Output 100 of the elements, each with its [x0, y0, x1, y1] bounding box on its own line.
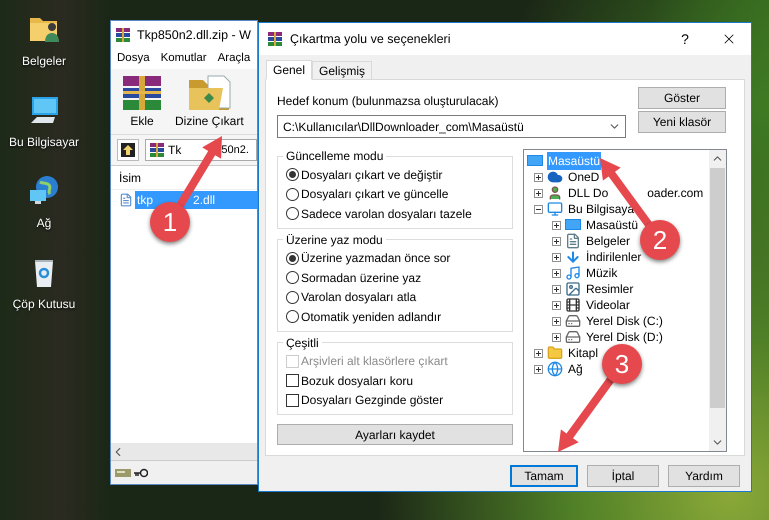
dialog-button[interactable]: Tamam: [510, 465, 578, 487]
expand-toggle[interactable]: [552, 332, 561, 342]
expand-toggle[interactable]: [534, 364, 543, 374]
horizontal-scrollbar[interactable]: [111, 443, 257, 460]
expand-toggle[interactable]: [534, 348, 543, 358]
toolbar-button[interactable]: Dizine Çıkart: [173, 74, 246, 130]
radio-button[interactable]: [286, 252, 299, 265]
person-icon: [547, 185, 563, 201]
expand-toggle[interactable]: [534, 172, 543, 182]
key-icon: [134, 468, 148, 478]
expand-toggle[interactable]: [534, 204, 543, 214]
option-label: Arşivleri alt klasörlere çıkart: [301, 353, 448, 370]
option-label: Dosyaları Gezginde göster: [301, 392, 444, 410]
document-icon: [565, 233, 581, 249]
window-title: Tkp850n2.dll.zip - W: [137, 26, 251, 44]
download-icon: [565, 249, 581, 265]
radio-button[interactable]: [286, 207, 299, 220]
option-label: Dosyaları çıkart ve değiştir: [301, 166, 442, 184]
tree-item[interactable]: OneD: [567, 168, 600, 186]
menu-item[interactable]: Komutlar: [160, 50, 207, 68]
tree-item[interactable]: Kitapl: [567, 344, 600, 362]
expand-toggle[interactable]: [534, 188, 543, 198]
radio-button[interactable]: [286, 290, 299, 304]
radio-button[interactable]: [286, 188, 299, 201]
radio-button[interactable]: [286, 310, 299, 324]
checkbox[interactable]: [286, 394, 299, 407]
tree-item[interactable]: Ağ: [567, 360, 584, 378]
group-title: Çeşitli: [285, 334, 320, 352]
side-button[interactable]: Yeni klasör: [638, 111, 726, 133]
desktop-icon-label[interactable]: Bu Bilgisayar: [8, 133, 80, 151]
checkbox[interactable]: [286, 374, 299, 388]
group-title: Güncelleme modu: [285, 148, 384, 165]
tree-item[interactable]: Resimler: [585, 280, 634, 298]
drive-icon: [565, 313, 581, 329]
computer-icon: [547, 201, 563, 217]
option-label: Otomatik yeniden adlandır: [301, 308, 442, 326]
path-text: 50n2.: [221, 142, 249, 158]
folder-icon: [547, 345, 563, 361]
music-note-icon: [565, 265, 581, 281]
archive-icon: [267, 31, 283, 47]
expand-toggle[interactable]: [552, 236, 561, 246]
desktop-icon-label[interactable]: Çöp Kutusu: [12, 295, 76, 313]
archive-icon: [115, 27, 131, 43]
cloud-icon: [547, 169, 563, 185]
option-label: Üzerine yazmadan önce sor: [301, 250, 450, 268]
drive-icon: [565, 329, 581, 345]
expand-toggle[interactable]: [552, 252, 561, 262]
image-icon: [565, 281, 581, 297]
tree-item[interactable]: Yerel Disk (D:): [585, 328, 664, 346]
save-settings-button[interactable]: Ayarları kaydet: [277, 424, 513, 445]
path-text: Tk: [168, 142, 182, 159]
up-folder-button[interactable]: [117, 139, 139, 161]
tree-item-label: oader.com: [647, 185, 704, 202]
option-label: Sadece varolan dosyaları tazele: [301, 206, 472, 223]
drive-icon: [115, 468, 131, 478]
tree-item[interactable]: Masaüstü: [585, 216, 640, 234]
group-title: Üzerine yaz modu: [285, 232, 384, 248]
file-icon: [119, 192, 133, 208]
tree-item[interactable]: Belgeler: [585, 232, 632, 250]
option-label: Sormadan üzerine yaz: [301, 270, 422, 287]
tree-item[interactable]: Videolar: [585, 296, 631, 314]
dialog-button[interactable]: Yardım: [668, 465, 740, 487]
expand-toggle[interactable]: [552, 220, 561, 230]
desktop-icon-label[interactable]: Belgeler: [22, 52, 66, 70]
tree-item[interactable]: Yerel Disk (C:): [585, 312, 664, 330]
destination-combobox[interactable]: C:\Kullanıcılar\DllDownloader_com\Masaüstü: [277, 115, 626, 138]
tree-item[interactable]: Müzik: [585, 264, 618, 282]
menu-item[interactable]: Araçla: [218, 50, 250, 68]
archive-icon: [149, 142, 165, 158]
film-icon: [565, 297, 581, 313]
vertical-scrollbar[interactable]: [709, 150, 726, 451]
up-arrow-icon: [121, 143, 135, 157]
network-icon: [547, 361, 563, 377]
tab[interactable]: Genel: [266, 60, 312, 80]
option-label: Bozuk dosyaları koru: [301, 372, 414, 390]
menu-item[interactable]: Dosya: [117, 50, 150, 68]
file-name: 2.dll: [193, 192, 216, 209]
field-label: Hedef konum (bulunmazsa oluşturulacak): [277, 93, 500, 110]
expand-toggle[interactable]: [552, 300, 561, 310]
tree-item[interactable]: İndirilenler: [585, 248, 642, 266]
expand-toggle[interactable]: [552, 316, 561, 326]
help-button[interactable]: ?: [670, 24, 700, 54]
desktop-icon: [565, 217, 581, 233]
tree-item[interactable]: Bu Bilgisaya: [567, 200, 636, 218]
radio-button[interactable]: [286, 271, 299, 284]
expand-toggle[interactable]: [552, 268, 561, 278]
expand-toggle[interactable]: [552, 284, 561, 294]
tree-item[interactable]: DLL Do: [567, 184, 610, 202]
tab[interactable]: Gelişmiş: [312, 61, 372, 79]
column-header[interactable]: İsim: [119, 168, 141, 186]
desktop-icon-label[interactable]: Ağ: [36, 214, 52, 232]
option-label: Dosyaları çıkart ve güncelle: [301, 186, 448, 204]
toolbar-button[interactable]: Ekle: [117, 74, 167, 130]
dialog-title: Çıkartma yolu ve seçenekleri: [290, 30, 452, 48]
dialog-button[interactable]: İptal: [587, 465, 659, 487]
side-button[interactable]: Göster: [638, 87, 726, 109]
folder-document-icon: [186, 74, 232, 112]
desktop-icon: [527, 153, 543, 169]
radio-button[interactable]: [286, 168, 299, 182]
option-label: Varolan dosyaları atla: [301, 289, 416, 306]
